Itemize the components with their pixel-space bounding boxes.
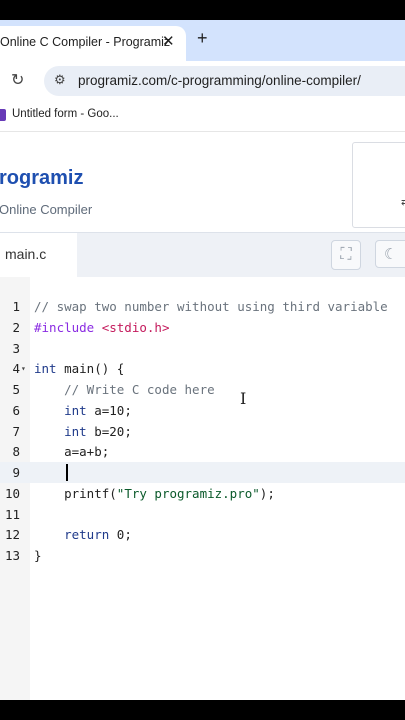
code-token: 0; <box>109 527 132 543</box>
page-subtitle: Online Compiler <box>0 202 93 217</box>
url-text[interactable]: programiz.com/c-programming/online-compi… <box>78 73 361 88</box>
site-header: rogramiz Online Compiler ⇄ <box>0 132 405 232</box>
code-text: // swap two number without using third v… <box>34 296 388 317</box>
code-text: } <box>34 545 42 566</box>
code-line[interactable]: 8 a=a+b; <box>0 441 405 462</box>
line-number: 10 <box>4 485 20 501</box>
line-number: 6 <box>12 402 20 418</box>
code-line[interactable]: 12 return 0; <box>0 524 405 545</box>
code-text: printf("Try programiz.pro"); <box>34 483 275 504</box>
code-text: return 0; <box>34 524 132 545</box>
new-tab-button[interactable]: + <box>197 28 208 49</box>
line-number: 9 <box>12 465 20 480</box>
code-line[interactable]: 2 #include <stdio.h> <box>0 317 405 338</box>
code-line[interactable]: 13} <box>0 545 405 566</box>
code-token: "Try programiz.pro" <box>116 485 260 501</box>
code-token: main() { <box>56 361 125 377</box>
code-token: #include <box>34 319 102 335</box>
line-number: 2 <box>12 319 20 335</box>
code-token: int <box>64 423 87 439</box>
site-info-icon[interactable]: ⚙ <box>54 72 66 88</box>
code-text: int a=10; <box>34 400 132 421</box>
code-line[interactable]: 10 printf("Try programiz.pro"); <box>0 483 405 504</box>
browser-toolbar: ↻ ⚙ programiz.com/c-programming/online-c… <box>0 61 405 101</box>
bookmark-item[interactable]: Untitled form - Goo... <box>12 108 119 120</box>
line-number: 12 <box>4 527 20 543</box>
code-token: int <box>34 361 57 377</box>
file-tab-main[interactable]: main.c <box>0 233 77 277</box>
code-text: a=a+b; <box>34 441 109 462</box>
line-number: 5 <box>12 382 20 397</box>
code-token: } <box>34 548 42 563</box>
code-token: <stdio.h> <box>101 319 170 335</box>
code-token: a=10; <box>86 402 132 418</box>
code-line[interactable]: 5 // Write C code here <box>0 379 405 400</box>
code-text: #include <stdio.h> <box>34 317 169 338</box>
code-text: // Write C code here <box>34 379 215 400</box>
fullscreen-icon: ⛶ <box>340 246 352 263</box>
programiz-logo[interactable]: rogramiz <box>0 167 83 190</box>
browser-window: Online C Compiler - Programiz ✕ + ↻ ⚙ pr… <box>0 20 405 700</box>
code-token: ); <box>259 485 275 501</box>
tab-title: Online C Compiler - Programiz <box>0 35 171 49</box>
code-line[interactable]: 7 int b=20; <box>0 421 405 442</box>
code-line[interactable]: 9 <box>0 462 405 483</box>
fullscreen-button[interactable]: ⛶ <box>331 240 361 270</box>
line-number: 13 <box>4 548 20 563</box>
line-number: 3 <box>12 340 20 356</box>
code-line[interactable]: 3 <box>0 338 405 359</box>
code-token: int <box>64 402 87 418</box>
address-bar[interactable]: ⚙ programiz.com/c-programming/online-com… <box>44 66 405 96</box>
code-editor[interactable]: 1 // swap two number without using third … <box>0 277 405 700</box>
code-line[interactable]: 1 // swap two number without using third … <box>0 296 405 317</box>
file-name: main.c <box>5 246 47 262</box>
line-number: 4 <box>12 361 20 377</box>
code-token: // Write C code here <box>64 382 215 397</box>
line-number: 1 <box>12 299 20 314</box>
fold-arrow-icon[interactable]: ▾ <box>21 358 26 379</box>
line-number: 7 <box>12 423 20 439</box>
ad-banner[interactable]: ⇄ <box>352 142 405 228</box>
close-tab-icon[interactable]: ✕ <box>162 32 175 50</box>
line-number: 8 <box>12 444 20 460</box>
code-line[interactable]: 11 <box>0 504 405 525</box>
tab-strip: Online C Compiler - Programiz ✕ + <box>0 20 405 61</box>
reload-icon[interactable]: ↻ <box>11 70 24 90</box>
line-number: 11 <box>4 506 20 522</box>
theme-toggle-button[interactable]: ☾ <box>375 240 405 268</box>
mouse-ibeam-cursor: I <box>240 389 247 408</box>
moon-icon: ☾ <box>384 246 398 263</box>
editor-toolbar: main.c ⛶ ☾ <box>0 232 405 278</box>
code-line[interactable]: 6 int a=10; <box>0 400 405 421</box>
code-token: a=a+b; <box>34 444 110 460</box>
forms-icon <box>0 109 6 121</box>
code-token: printf( <box>34 485 117 501</box>
code-line[interactable]: 4 ▾ int main() { <box>0 358 405 379</box>
code-text: int b=20; <box>34 421 132 442</box>
code-token: // swap two number without using third v… <box>34 299 388 314</box>
code-text: int main() { <box>34 358 124 379</box>
text-caret <box>66 464 68 481</box>
bookmarks-bar: Untitled form - Goo... <box>0 101 405 132</box>
ad-choice-icon[interactable]: ⇄ <box>401 197 405 208</box>
code-token: b=20; <box>86 423 132 439</box>
browser-tab[interactable]: Online C Compiler - Programiz ✕ <box>0 26 186 61</box>
code-token: return <box>64 527 110 543</box>
